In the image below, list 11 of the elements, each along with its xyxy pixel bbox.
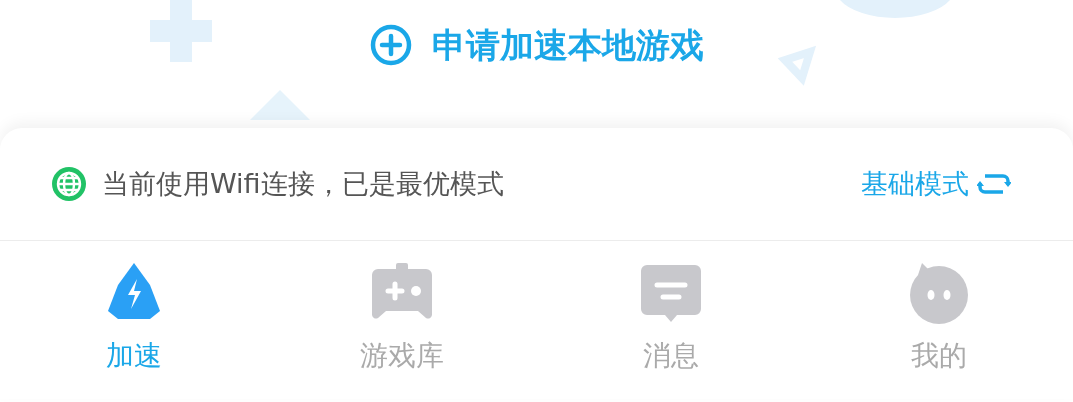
avatar-icon <box>907 261 970 325</box>
apply-game-button[interactable]: 申请加速本地游戏 <box>369 19 704 71</box>
mode-switch-button[interactable]: 基础模式 <box>861 163 1011 205</box>
nav-tab[interactable]: 消息 <box>536 241 805 399</box>
switch-icon <box>977 172 1011 196</box>
nav-tab[interactable]: 我的 <box>804 241 1073 399</box>
globe-icon <box>52 167 86 201</box>
nav-tab[interactable]: 加速 <box>0 241 269 399</box>
nav-tab[interactable]: 游戏库 <box>268 241 537 399</box>
connection-status-text: 当前使用Wifi连接，已是最优模式 <box>102 166 504 201</box>
add-icon <box>369 24 412 66</box>
